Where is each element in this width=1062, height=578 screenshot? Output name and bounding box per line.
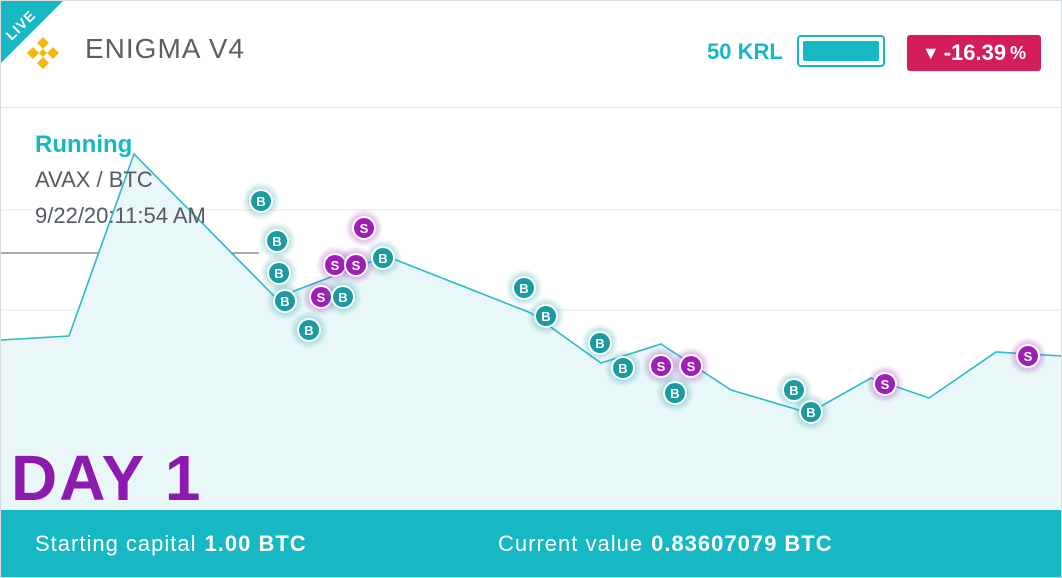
timestamp: 9/22/20:11:54 AM (35, 203, 206, 228)
change-badge: ▼ -16.39 % (907, 35, 1041, 71)
svg-text:B: B (541, 309, 550, 324)
current-value-amount: 0.83607079 BTC (651, 531, 833, 556)
krl-label: 50 KRL (707, 39, 783, 64)
buy-marker-icon: B (527, 297, 565, 335)
starting-capital-label: Starting capital (35, 531, 197, 556)
starting-capital: Starting capital 1.00 BTC (35, 531, 307, 557)
svg-text:B: B (670, 386, 679, 401)
svg-text:B: B (280, 294, 289, 309)
krl-progress-fill (803, 41, 879, 61)
buy-marker-icon: B (792, 393, 830, 431)
current-value: Current value 0.83607079 BTC (498, 531, 833, 557)
day-label: DAY 1 (11, 442, 203, 514)
svg-text:B: B (272, 234, 281, 249)
buy-marker-icon: B (604, 349, 642, 387)
buy-marker-icon: B (364, 239, 402, 277)
footer-bar: Starting capital 1.00 BTC Current value 0.… (1, 510, 1061, 577)
sell-marker-icon: S (866, 365, 904, 403)
svg-text:S: S (687, 359, 696, 374)
svg-text:B: B (256, 194, 265, 209)
svg-text:B: B (519, 281, 528, 296)
starting-capital-value: 1.00 BTC (204, 531, 307, 556)
svg-text:B: B (378, 251, 387, 266)
current-value-label: Current value (498, 531, 644, 556)
svg-text:B: B (595, 336, 604, 351)
trading-pair: AVAX / BTC (35, 167, 153, 192)
binance-logo-icon (27, 37, 59, 69)
svg-text:S: S (1024, 349, 1033, 364)
bot-title: ENIGMA V4 (85, 33, 245, 64)
svg-text:S: S (657, 359, 666, 374)
buy-marker-icon: B (656, 374, 694, 412)
sell-marker-icon: S (1009, 337, 1047, 375)
buy-marker-icon: B (324, 278, 362, 316)
svg-text:B: B (304, 323, 313, 338)
svg-text:B: B (618, 361, 627, 376)
svg-text:B: B (338, 290, 347, 305)
svg-text:S: S (352, 258, 361, 273)
svg-text:S: S (881, 377, 890, 392)
change-value: -16.39 (943, 40, 1007, 65)
bot-info: Running AVAX / BTC 9/22/20:11:54 AM (35, 131, 206, 229)
krl-progress-bar (797, 35, 885, 67)
change-unit: % (1010, 42, 1027, 63)
bot-card: LIVE ENIGMA V4 50 KRL ▼ -16.39 % B B B B… (0, 0, 1062, 578)
down-arrow-icon: ▼ (921, 42, 940, 63)
svg-text:B: B (789, 383, 798, 398)
buy-marker-icon: B (242, 182, 280, 220)
svg-text:B: B (806, 405, 815, 420)
buy-marker-icon: B (290, 311, 328, 349)
header: LIVE ENIGMA V4 50 KRL ▼ -16.39 % (1, 1, 1061, 108)
status-text: Running (35, 131, 133, 158)
svg-text:B: B (274, 266, 283, 281)
svg-text:S: S (360, 221, 369, 236)
